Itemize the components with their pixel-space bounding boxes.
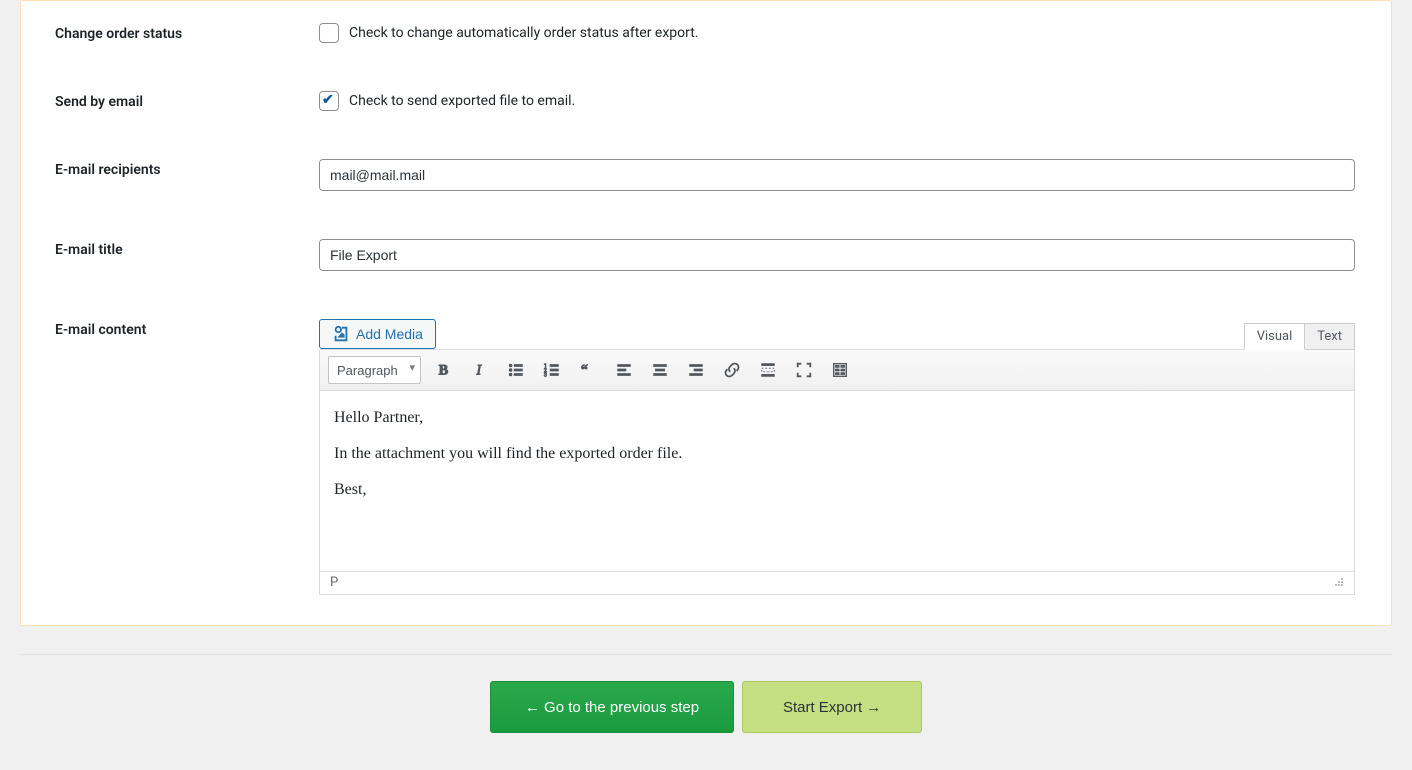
svg-text:I: I bbox=[475, 363, 482, 379]
start-export-button[interactable]: Start Export → bbox=[742, 681, 922, 733]
body-line-3: Best, bbox=[334, 481, 1340, 499]
change-status-label: Change order status bbox=[55, 23, 319, 42]
previous-step-button[interactable]: ← Go to the previous step bbox=[490, 681, 734, 733]
media-icon bbox=[332, 325, 350, 343]
editor-toolbar: Paragraph B I 123 “ bbox=[320, 350, 1354, 391]
body-line-1: Hello Partner, bbox=[334, 409, 1340, 427]
blockquote-button[interactable]: “ bbox=[575, 357, 601, 383]
separator bbox=[20, 654, 1392, 655]
align-center-button[interactable] bbox=[647, 357, 673, 383]
email-recipients-input[interactable] bbox=[319, 159, 1355, 191]
format-select[interactable]: Paragraph bbox=[328, 356, 421, 384]
send-email-checkbox[interactable] bbox=[319, 91, 339, 111]
tab-visual[interactable]: Visual bbox=[1244, 323, 1306, 350]
change-status-text: Check to change automatically order stat… bbox=[349, 25, 699, 41]
italic-button[interactable]: I bbox=[467, 357, 493, 383]
toolbar-toggle-button[interactable] bbox=[827, 357, 853, 383]
tab-text[interactable]: Text bbox=[1305, 323, 1355, 350]
change-status-checkbox[interactable] bbox=[319, 23, 339, 43]
send-email-label: Send by email bbox=[55, 91, 319, 110]
svg-text:“: “ bbox=[581, 363, 588, 379]
svg-text:B: B bbox=[439, 363, 449, 379]
add-media-label: Add Media bbox=[356, 326, 423, 342]
editor-path: P bbox=[330, 575, 338, 591]
send-email-checkbox-wrap[interactable]: Check to send exported file to email. bbox=[319, 91, 1355, 111]
align-left-button[interactable] bbox=[611, 357, 637, 383]
email-content-label: E-mail content bbox=[55, 319, 319, 338]
resize-handle[interactable] bbox=[1332, 575, 1344, 591]
insert-more-button[interactable] bbox=[755, 357, 781, 383]
numbered-list-button[interactable]: 123 bbox=[539, 357, 565, 383]
bullet-list-button[interactable] bbox=[503, 357, 529, 383]
email-title-label: E-mail title bbox=[55, 239, 319, 258]
link-button[interactable] bbox=[719, 357, 745, 383]
align-right-button[interactable] bbox=[683, 357, 709, 383]
editor-box: Paragraph B I 123 “ bbox=[319, 349, 1355, 595]
email-title-input[interactable] bbox=[319, 239, 1355, 271]
fullscreen-button[interactable] bbox=[791, 357, 817, 383]
body-line-2: In the attachment you will find the expo… bbox=[334, 445, 1340, 463]
send-email-text: Check to send exported file to email. bbox=[349, 93, 575, 109]
svg-text:3: 3 bbox=[544, 372, 547, 378]
add-media-button[interactable]: Add Media bbox=[319, 319, 436, 349]
email-body-editor[interactable]: Hello Partner, In the attachment you wil… bbox=[320, 391, 1354, 571]
email-recipients-label: E-mail recipients bbox=[55, 159, 319, 178]
bold-button[interactable]: B bbox=[431, 357, 457, 383]
change-status-checkbox-wrap[interactable]: Check to change automatically order stat… bbox=[319, 23, 1355, 43]
